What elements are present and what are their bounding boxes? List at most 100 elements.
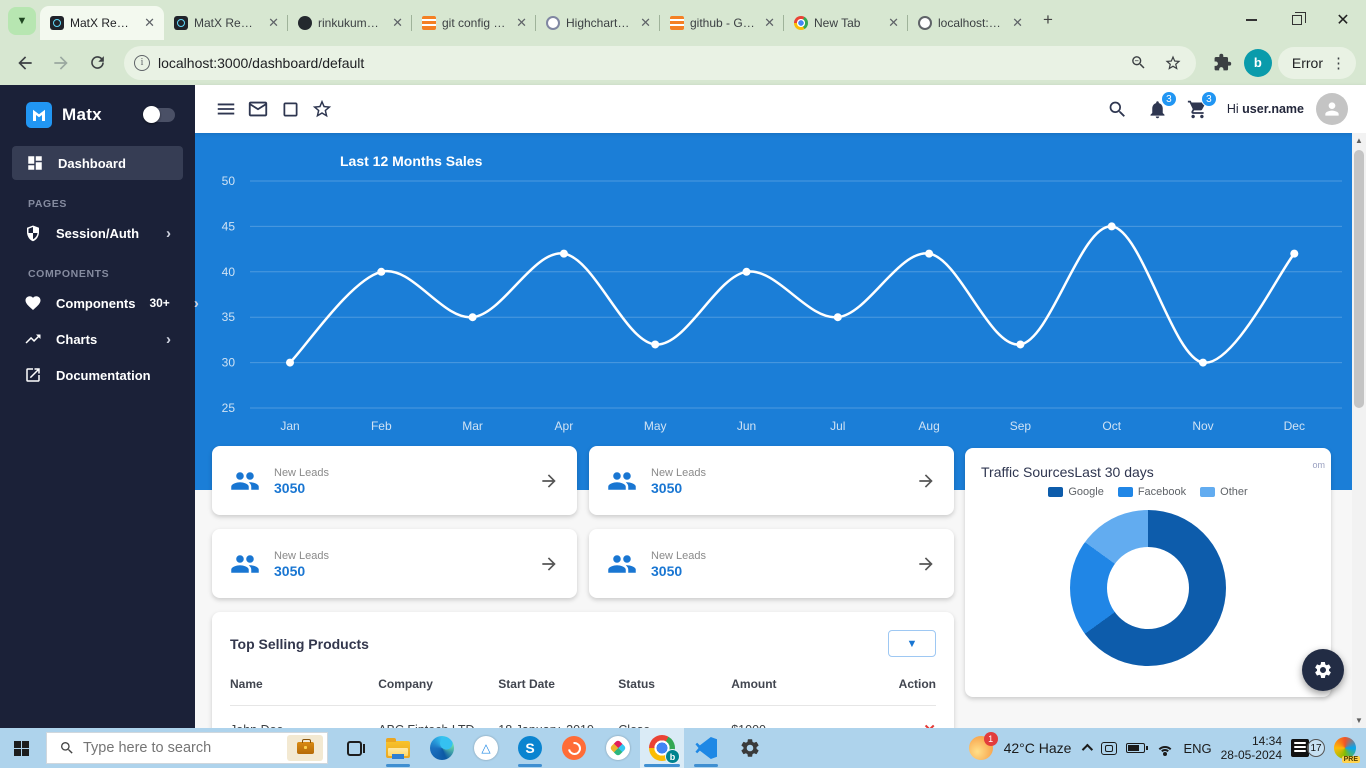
arrow-right-icon[interactable] — [539, 554, 559, 574]
bell-icon[interactable]: 3 — [1143, 94, 1173, 124]
browser-tab[interactable]: github - Git ( ✕ — [660, 6, 784, 40]
scroll-thumb[interactable] — [1354, 150, 1364, 408]
briefcase-icon — [297, 742, 314, 754]
close-button[interactable]: ✕ — [1320, 0, 1366, 40]
chrome-taskbar-button[interactable]: b — [640, 728, 684, 768]
cast-icon[interactable] — [1101, 742, 1117, 755]
browser-tab[interactable]: rinkukumarsa ✕ — [288, 6, 412, 40]
zoom-icon[interactable] — [1126, 50, 1152, 76]
file-explorer-button[interactable] — [376, 728, 420, 768]
tab-label: git config - H — [442, 16, 507, 30]
tab-close-icon[interactable]: ✕ — [265, 15, 282, 31]
browser-tab[interactable]: MatX React - ✕ — [40, 6, 164, 40]
wifi-icon[interactable] — [1156, 742, 1174, 755]
tab-close-icon[interactable]: ✕ — [637, 15, 654, 31]
chevron-right-icon: › — [194, 295, 199, 312]
arrow-right-icon[interactable] — [539, 471, 559, 491]
tab-search-button[interactable]: ▼ — [8, 7, 36, 35]
tab-label: rinkukumarsa — [318, 16, 383, 30]
chart-title: Last 12 Months Sales — [340, 153, 482, 169]
tab-close-icon[interactable]: ✕ — [513, 15, 530, 31]
user-avatar[interactable] — [1316, 93, 1348, 125]
info-icon[interactable]: i — [134, 55, 150, 71]
table-header-row: Name Company Start Date Status Amount Ac… — [230, 667, 936, 706]
sidebar-mode-toggle[interactable] — [145, 108, 175, 122]
search-icon[interactable] — [1103, 94, 1133, 124]
edge-button[interactable] — [420, 728, 464, 768]
app-top-bar: 3 3 Hi user.name — [195, 85, 1366, 133]
taskbar-search-input[interactable] — [83, 740, 279, 756]
search-highlight-tile[interactable] — [287, 735, 323, 761]
leads-card[interactable]: New Leads3050 — [212, 446, 577, 515]
notification-center-button[interactable]: 17 — [1291, 739, 1325, 757]
settings-fab[interactable] — [1302, 649, 1344, 691]
cell-amount: $1000 — [731, 706, 893, 729]
copilot-icon[interactable]: PRE — [1334, 737, 1356, 759]
tab-close-icon[interactable]: ✕ — [761, 15, 778, 31]
mail-icon[interactable] — [243, 94, 273, 124]
browser-profile-avatar[interactable]: b — [1244, 49, 1272, 77]
page-scrollbar[interactable]: ▲ ▼ — [1352, 133, 1366, 728]
menu-icon[interactable] — [211, 94, 241, 124]
url-text[interactable]: localhost:3000/dashboard/default — [158, 55, 1118, 71]
start-button[interactable] — [0, 728, 42, 768]
star-icon[interactable] — [307, 94, 337, 124]
arrow-right-icon[interactable] — [916, 554, 936, 574]
sidebar-item-documentation[interactable]: Documentation — [10, 358, 185, 392]
heart-icon — [24, 294, 42, 312]
new-tab-button[interactable]: + — [1034, 6, 1062, 34]
menu-dots-icon[interactable]: ⋮ — [1331, 54, 1346, 72]
browser-tab[interactable]: New Tab ✕ — [784, 6, 908, 40]
sidebar-item-session-auth[interactable]: Session/Auth › — [10, 216, 185, 250]
slack-button[interactable] — [596, 728, 640, 768]
leads-card[interactable]: New Leads3050 — [212, 529, 577, 598]
browser-tab[interactable]: git config - H ✕ — [412, 6, 536, 40]
tab-close-icon[interactable]: ✕ — [141, 15, 158, 31]
skype-button[interactable]: S — [508, 728, 552, 768]
traffic-card-title: Traffic SourcesLast 30 days — [965, 448, 1331, 484]
cell-company: ABC Fintech LTD. — [378, 706, 498, 729]
window-icon[interactable] — [275, 94, 305, 124]
minimize-button[interactable] — [1228, 0, 1274, 40]
browser-tab[interactable]: MatX React - ✕ — [164, 6, 288, 40]
back-icon[interactable] — [10, 48, 40, 78]
battery-icon[interactable] — [1126, 743, 1145, 753]
bookmark-star-icon[interactable] — [1160, 50, 1186, 76]
weather-text[interactable]: 42°C Haze — [1004, 740, 1072, 756]
browser-tab[interactable]: localhost:554 ✕ — [908, 6, 1032, 40]
extensions-icon[interactable] — [1208, 48, 1238, 78]
traffic-donut-chart — [1070, 510, 1226, 666]
settings-taskbar-button[interactable] — [728, 728, 772, 768]
leads-card[interactable]: New Leads3050 — [589, 529, 954, 598]
scroll-up-button[interactable]: ▲ — [1352, 133, 1366, 148]
address-bar[interactable]: i localhost:3000/dashboard/default — [124, 46, 1196, 80]
app-store-button[interactable]: △ — [464, 728, 508, 768]
reload-icon[interactable] — [82, 48, 112, 78]
tab-close-icon[interactable]: ✕ — [389, 15, 406, 31]
task-view-button[interactable] — [332, 728, 376, 768]
traffic-sources-card: Traffic SourcesLast 30 days om Google Fa… — [965, 448, 1331, 697]
sidebar-item-components[interactable]: Components 30+ › — [10, 286, 185, 320]
taskbar-clock[interactable]: 14:3428-05-2024 — [1221, 734, 1282, 762]
weather-icon[interactable]: 1 — [969, 736, 993, 760]
leads-card[interactable]: New Leads3050 — [589, 446, 954, 515]
taskbar-search[interactable] — [46, 732, 328, 764]
sidebar-item-charts[interactable]: Charts › — [10, 322, 185, 356]
tab-close-icon[interactable]: ✕ — [885, 15, 902, 31]
postman-button[interactable] — [552, 728, 596, 768]
arrow-right-icon[interactable] — [916, 471, 936, 491]
forward-icon[interactable] — [46, 48, 76, 78]
tray-chevron-up-icon[interactable] — [1082, 744, 1093, 755]
sidebar-item-label: Charts — [56, 332, 97, 347]
sidebar-item-dashboard[interactable]: Dashboard — [12, 146, 183, 180]
language-indicator[interactable]: ENG — [1183, 741, 1211, 756]
vscode-button[interactable] — [684, 728, 728, 768]
error-button[interactable]: Error ⋮ — [1278, 47, 1356, 79]
system-tray: 1 42°C Haze ENG 14:3428-05-2024 17 PRE — [969, 734, 1366, 762]
cart-icon[interactable]: 3 — [1183, 94, 1213, 124]
browser-tab[interactable]: Highcharts R ✕ — [536, 6, 660, 40]
tab-close-icon[interactable]: ✕ — [1009, 15, 1026, 31]
scroll-down-button[interactable]: ▼ — [1352, 713, 1366, 728]
restore-button[interactable] — [1274, 0, 1320, 40]
products-filter-dropdown[interactable]: ▼ — [888, 630, 936, 657]
